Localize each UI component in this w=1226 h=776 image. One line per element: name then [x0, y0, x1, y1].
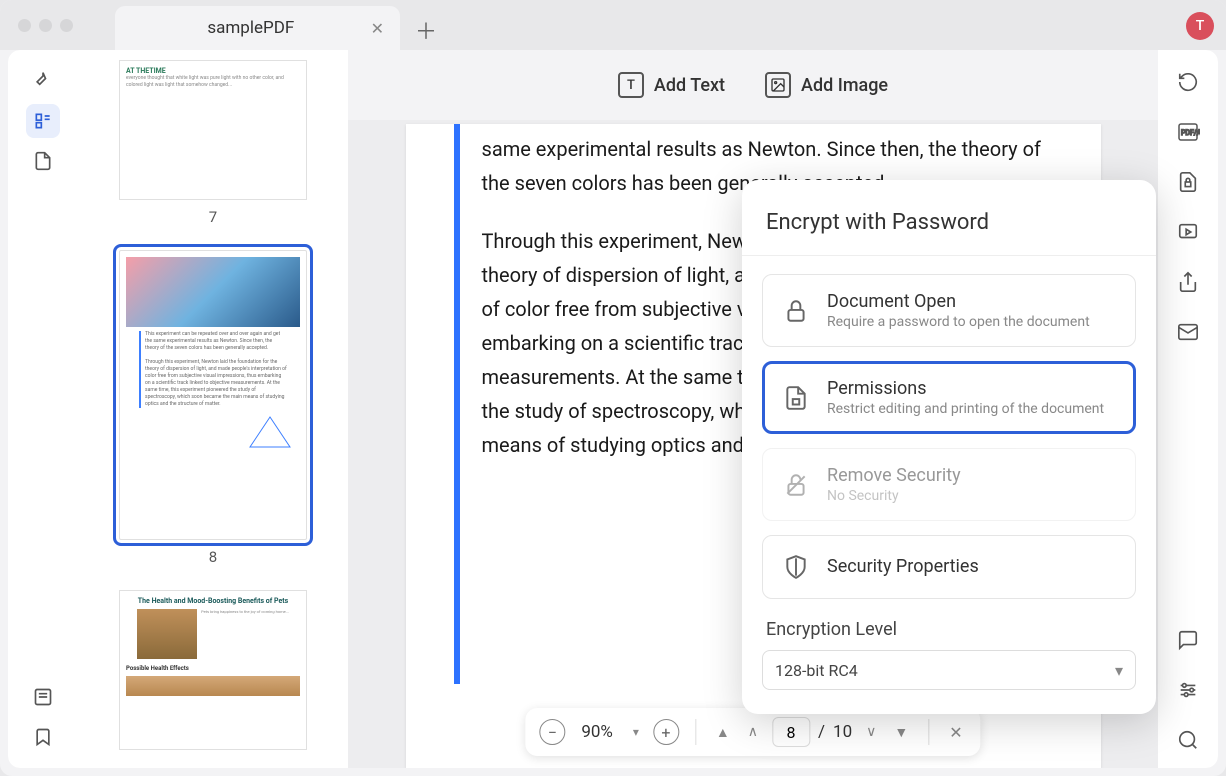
add-image-button[interactable]: Add Image — [765, 72, 888, 98]
slideshow-icon[interactable] — [1174, 218, 1202, 246]
text-icon: T — [618, 72, 644, 98]
last-page-button[interactable]: ▼ — [890, 724, 912, 741]
image-icon — [765, 72, 791, 98]
share-icon[interactable] — [1174, 268, 1202, 296]
encrypt-password-panel: Encrypt with Password Document Open Requ… — [742, 180, 1156, 714]
thumb-heading: The Health and Mood-Boosting Benefits of… — [138, 597, 288, 605]
panel-title: Encrypt with Password — [762, 210, 1136, 235]
selection-indicator — [454, 124, 460, 684]
shield-icon — [781, 552, 811, 582]
first-page-button[interactable]: ▲ — [712, 724, 734, 741]
remove-security-option: Remove Security No Security — [762, 448, 1136, 521]
thumbnail-panel: AT THETIME everyone thought that white l… — [78, 50, 348, 768]
properties-icon[interactable] — [1174, 676, 1202, 704]
page-thumbnail-9[interactable]: The Health and Mood-Boosting Benefits of… — [119, 590, 307, 750]
document-lock-icon — [781, 383, 811, 413]
thumb-photo — [126, 676, 300, 696]
editor-toolbar: T Add Text Add Image — [348, 50, 1158, 120]
document-open-option[interactable]: Document Open Require a password to open… — [762, 274, 1136, 347]
prev-page-button[interactable]: ∧ — [744, 724, 762, 740]
add-text-button[interactable]: T Add Text — [618, 72, 725, 98]
thumbnail-label: 8 — [209, 548, 217, 566]
security-properties-option[interactable]: Security Properties — [762, 535, 1136, 599]
window-controls — [10, 19, 73, 32]
prism-diagram-icon — [240, 412, 300, 452]
svg-text:PDF/A: PDF/A — [1181, 129, 1200, 137]
rotate-icon[interactable] — [1174, 68, 1202, 96]
user-avatar[interactable]: T — [1186, 12, 1214, 40]
right-sidebar: PDF/A — [1158, 50, 1218, 768]
total-pages: 10 — [833, 722, 852, 742]
thumb-photo — [137, 609, 197, 659]
minimize-window-icon[interactable] — [39, 19, 52, 32]
encryption-level-select[interactable]: 128-bit RC4 ▾ — [762, 650, 1136, 690]
page-thumbnail-7[interactable]: AT THETIME everyone thought that white l… — [119, 60, 307, 200]
outline-panel-icon[interactable] — [26, 144, 60, 178]
form-tool-icon[interactable] — [26, 680, 60, 714]
thumb-image — [126, 257, 300, 327]
zoom-out-button[interactable]: − — [539, 719, 565, 745]
pdfa-icon[interactable]: PDF/A — [1174, 118, 1202, 146]
permissions-option[interactable]: Permissions Restrict editing and printin… — [762, 361, 1136, 434]
page-thumbnail-8[interactable]: This experiment can be repeated over and… — [119, 250, 307, 540]
left-sidebar — [8, 50, 78, 768]
thumb-subheading: Possible Health Effects — [126, 665, 189, 672]
maximize-window-icon[interactable] — [60, 19, 73, 32]
email-icon[interactable] — [1174, 318, 1202, 346]
titlebar: samplePDF ✕ ＋ T — [0, 0, 1226, 50]
current-page-input[interactable] — [772, 717, 810, 747]
comment-icon[interactable] — [1174, 626, 1202, 654]
close-bar-icon[interactable]: ✕ — [945, 723, 966, 742]
next-page-button[interactable]: ∨ — [862, 724, 880, 740]
close-tab-icon[interactable]: ✕ — [371, 19, 384, 38]
tab-title: samplePDF — [131, 18, 371, 38]
zoom-in-button[interactable]: + — [653, 719, 679, 745]
zoom-level: 90% — [575, 722, 619, 742]
close-window-icon[interactable] — [18, 19, 31, 32]
thumbnail-label: 7 — [209, 208, 217, 226]
chevron-down-icon: ▾ — [1115, 661, 1123, 680]
zoom-navigation-bar: − 90% ▾ + ▲ ∧ / 10 ∨ ▼ ✕ — [525, 708, 980, 756]
zoom-dropdown-icon[interactable]: ▾ — [629, 725, 643, 739]
new-tab-button[interactable]: ＋ — [415, 14, 437, 46]
thumbnails-panel-icon[interactable] — [26, 104, 60, 138]
security-icon[interactable] — [1174, 168, 1202, 196]
encryption-level-label: Encryption Level — [766, 619, 1136, 640]
highlighter-tool-icon[interactable] — [26, 64, 60, 98]
unlock-icon — [781, 470, 811, 500]
lock-icon — [781, 296, 811, 326]
thumb-heading: AT THETIME — [126, 67, 166, 75]
bookmark-icon[interactable] — [26, 720, 60, 754]
search-icon[interactable] — [1174, 726, 1202, 754]
document-tab[interactable]: samplePDF ✕ — [115, 6, 400, 50]
